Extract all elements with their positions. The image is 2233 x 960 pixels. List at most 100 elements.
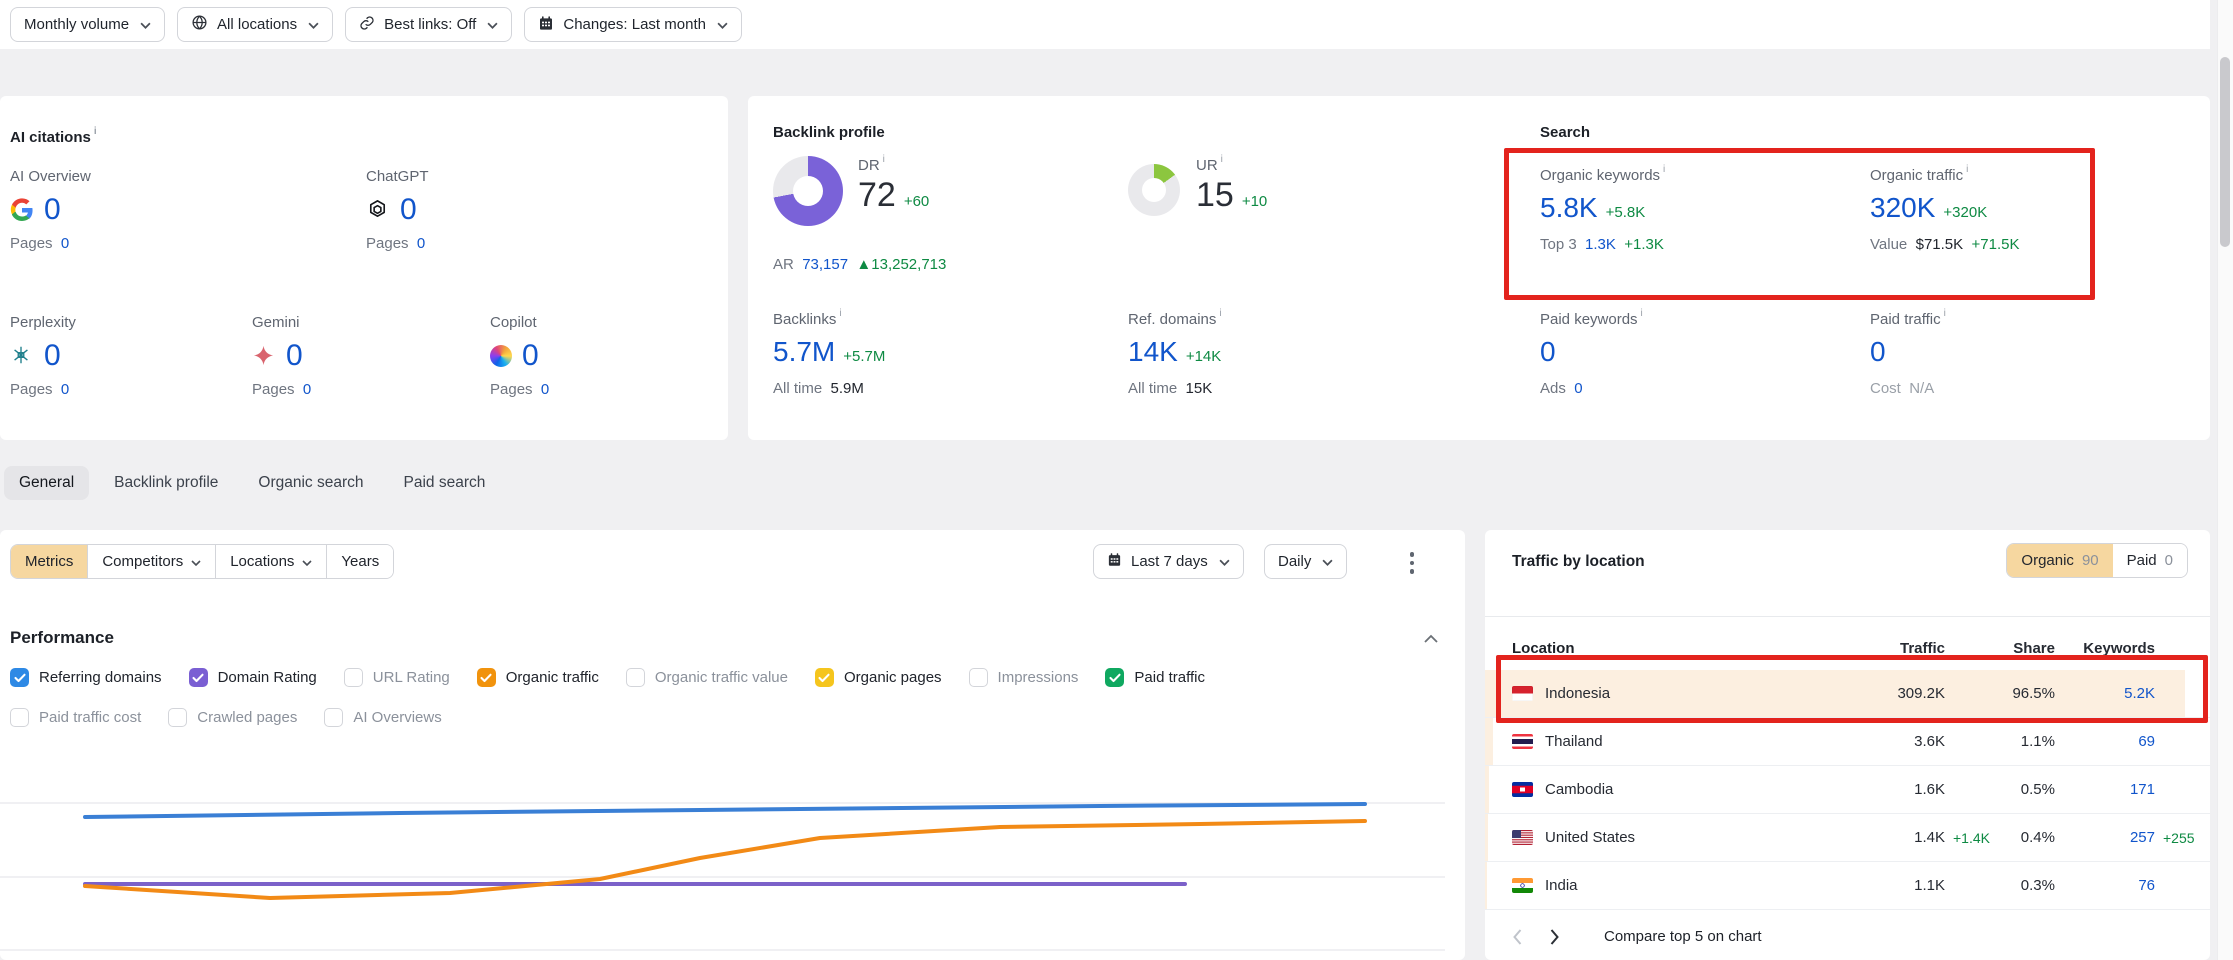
table-row-thailand[interactable]: Thailand 3.6K 1.1% 69 <box>1485 718 2210 766</box>
keywords-link[interactable]: 69 <box>2138 733 2155 750</box>
info-icon[interactable]: i <box>1966 164 1968 175</box>
segment-locations[interactable]: Locations <box>216 545 327 578</box>
segment-metrics[interactable]: Metrics <box>11 545 88 578</box>
perplexity-metric: Perplexity 0 Pages 0 <box>10 314 240 398</box>
dr-metric: DRi 72+60 <box>858 154 929 215</box>
checkbox-organic-pages[interactable]: Organic pages <box>815 668 942 687</box>
date-range-chip[interactable]: Last 7 days <box>1093 544 1244 579</box>
table-row-cambodia[interactable]: Cambodia 1.6K 0.5% 171 <box>1485 766 2210 814</box>
segment-competitors[interactable]: Competitors <box>88 545 216 578</box>
keywords-link[interactable]: 257 <box>2130 829 2155 846</box>
checkbox-paid-traffic[interactable]: Paid traffic <box>1105 668 1205 687</box>
info-icon[interactable]: i <box>883 154 885 165</box>
link-icon <box>359 15 375 35</box>
table-row-united-states[interactable]: United States 1.4K+1.4K 0.4% 257+255 <box>1485 814 2210 862</box>
perplexity-count[interactable]: 0 <box>44 339 61 373</box>
checkbox-crawled-pages[interactable]: Crawled pages <box>168 708 297 727</box>
google-icon <box>10 198 34 222</box>
backlinks-value-link[interactable]: 5.7M <box>773 336 835 367</box>
gemini-metric: Gemini 0 Pages 0 <box>252 314 482 398</box>
next-page-button[interactable] <box>1549 929 1560 945</box>
segment-years[interactable]: Years <box>327 545 393 578</box>
toggle-organic[interactable]: Organic90 <box>2007 544 2112 577</box>
top3-link[interactable]: 1.3K <box>1585 236 1616 253</box>
tab-backlink-profile[interactable]: Backlink profile <box>99 466 233 500</box>
checkbox-domain-rating[interactable]: Domain Rating <box>189 668 317 687</box>
paid-traffic-value-link[interactable]: 0 <box>1870 336 1886 367</box>
organic-keywords-value-link[interactable]: 5.8K <box>1540 192 1598 223</box>
checkbox-url-rating[interactable]: URL Rating <box>344 668 450 687</box>
checked-checkbox-icon <box>477 668 496 687</box>
flag-india-icon <box>1512 878 1533 893</box>
checkbox-referring-domains[interactable]: Referring domains <box>10 668 162 687</box>
checkbox-label: URL Rating <box>373 669 450 686</box>
calendar-icon <box>1107 552 1122 571</box>
copilot-count[interactable]: 0 <box>522 339 539 373</box>
best-links-filter[interactable]: Best links: Off <box>345 7 512 42</box>
ads-link[interactable]: 0 <box>1574 380 1582 397</box>
checkbox-label: Referring domains <box>39 669 162 686</box>
keywords-link[interactable]: 76 <box>2138 877 2155 894</box>
vertical-scrollbar-thumb[interactable] <box>2220 57 2230 247</box>
collapse-chevron-icon[interactable] <box>1424 630 1438 647</box>
ai-overview-count[interactable]: 0 <box>44 193 61 227</box>
info-icon[interactable]: i <box>94 126 97 137</box>
checkbox-label: AI Overviews <box>353 709 441 726</box>
toggle-paid[interactable]: Paid0 <box>2113 544 2187 577</box>
checkbox-organic-traffic-value[interactable]: Organic traffic value <box>626 668 788 687</box>
table-row-india[interactable]: India 1.1K 0.3% 76 <box>1485 862 2210 910</box>
gemini-count[interactable]: 0 <box>286 339 303 373</box>
chatgpt-pages-link[interactable]: 0 <box>417 235 425 252</box>
more-options-button[interactable] <box>1398 546 1426 580</box>
compare-top5-button[interactable]: Compare top 5 on chart <box>1604 928 1762 945</box>
ar-value-link[interactable]: 73,157 <box>802 256 848 273</box>
chatgpt-metric: ChatGPT 0 Pages 0 <box>366 168 596 252</box>
calendar-icon <box>538 15 554 35</box>
info-icon[interactable]: i <box>1663 164 1665 175</box>
copilot-pages-link[interactable]: 0 <box>541 381 549 398</box>
info-icon[interactable]: i <box>839 308 841 319</box>
checkbox-impressions[interactable]: Impressions <box>969 668 1079 687</box>
copilot-icon <box>490 345 512 367</box>
info-icon[interactable]: i <box>1221 154 1223 165</box>
paid-traffic-metric: Paid traffici 0 Cost N/A <box>1870 308 1946 397</box>
chart-line-referring-domains <box>85 804 1365 817</box>
section-tabs: General Backlink profile Organic search … <box>4 466 500 500</box>
filter-toolbar: Monthly volume All locations Best links:… <box>0 0 2210 49</box>
changes-label: Changes: Last month <box>563 16 706 33</box>
granularity-label: Daily <box>1278 553 1311 570</box>
flag-thailand-icon <box>1512 734 1533 749</box>
keywords-link[interactable]: 171 <box>2130 781 2155 798</box>
ref-domains-value-link[interactable]: 14K <box>1128 336 1178 367</box>
paid-keywords-metric: Paid keywordsi 0 Ads 0 <box>1540 308 1643 397</box>
changes-filter[interactable]: Changes: Last month <box>524 7 742 42</box>
perplexity-icon <box>10 344 34 368</box>
chatgpt-count[interactable]: 0 <box>400 193 417 227</box>
chart-line-organic-traffic <box>85 821 1365 898</box>
gemini-pages-link[interactable]: 0 <box>303 381 311 398</box>
keywords-link[interactable]: 5.2K <box>2124 685 2155 702</box>
paid-keywords-value-link[interactable]: 0 <box>1540 336 1556 367</box>
organic-keywords-metric: Organic keywordsi 5.8K+5.8K Top 3 1.3K +… <box>1540 164 1665 253</box>
monthly-volume-filter[interactable]: Monthly volume <box>10 7 165 42</box>
best-links-label: Best links: Off <box>384 16 476 33</box>
checkbox-paid-traffic-cost[interactable]: Paid traffic cost <box>10 708 141 727</box>
info-icon[interactable]: i <box>1219 308 1221 319</box>
info-icon[interactable]: i <box>1641 308 1643 319</box>
flag-indonesia-icon <box>1512 686 1533 701</box>
prev-page-button[interactable] <box>1512 929 1523 945</box>
tab-general[interactable]: General <box>4 466 89 500</box>
granularity-chip[interactable]: Daily <box>1264 544 1347 579</box>
organic-traffic-value-link[interactable]: 320K <box>1870 192 1935 223</box>
checkbox-ai-overviews[interactable]: AI Overviews <box>324 708 441 727</box>
ai-overview-pages-link[interactable]: 0 <box>61 235 69 252</box>
locations-filter[interactable]: All locations <box>177 7 333 42</box>
unchecked-checkbox-icon <box>626 668 645 687</box>
chevron-down-icon <box>1322 553 1333 570</box>
tab-organic-search[interactable]: Organic search <box>243 466 378 500</box>
checkbox-organic-traffic[interactable]: Organic traffic <box>477 668 599 687</box>
info-icon[interactable]: i <box>1944 308 1946 319</box>
tab-paid-search[interactable]: Paid search <box>389 466 501 500</box>
perplexity-pages-link[interactable]: 0 <box>61 381 69 398</box>
table-row-indonesia[interactable]: Indonesia 309.2K 96.5% 5.2K <box>1485 670 2210 718</box>
